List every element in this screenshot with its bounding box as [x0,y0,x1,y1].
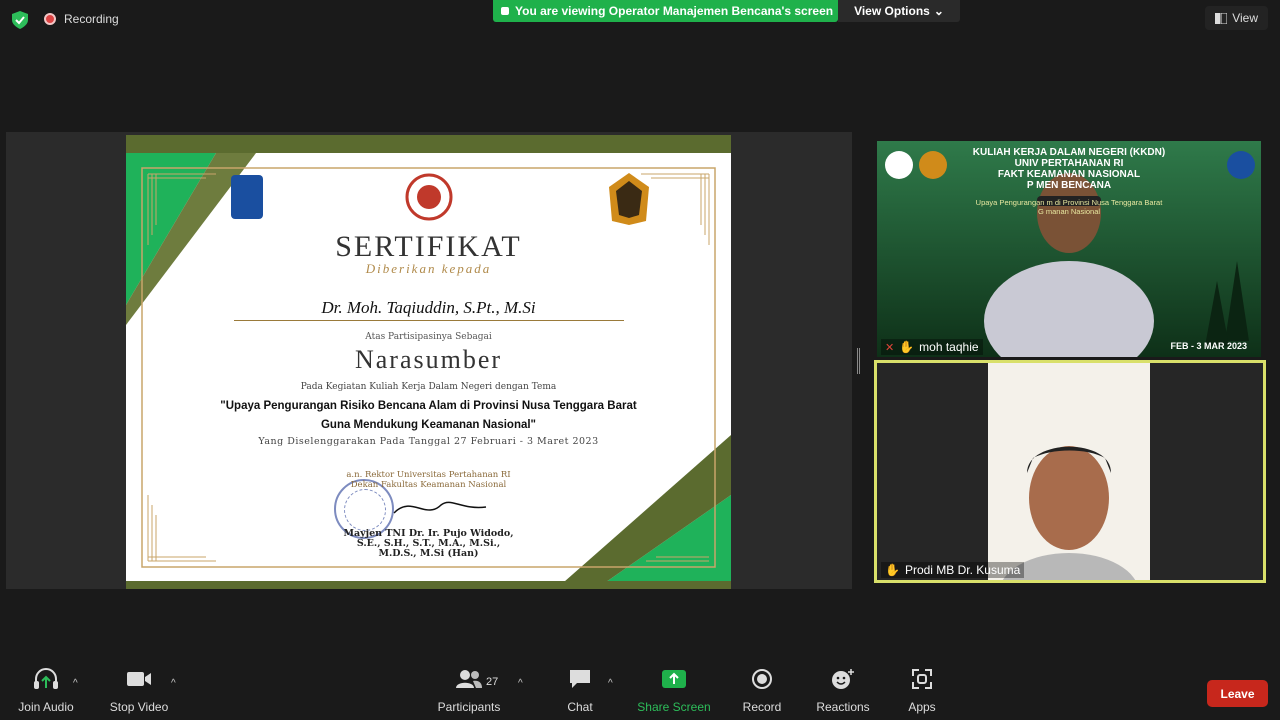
banner-title-line-2: UNIV PERTAHANAN RI [1014,158,1124,169]
mic-muted-icon: ✕ [885,341,895,354]
signatory-line-2: Dekan Fakultas Keamanan Nasional [350,480,507,490]
participants-button[interactable]: Participants [434,664,504,720]
signer-line-3: M.D.S., M.Si (Han) [378,548,479,559]
record-button[interactable]: Record [740,664,784,720]
pin-icon: ✋ [899,340,915,354]
banner-sub-line-2: G manan Nasional [1037,207,1101,216]
certificate-title: SERTIFIKAT [335,230,522,263]
pin-icon: ✋ [885,563,900,577]
participant-name-label: ✋ Prodi MB Dr. Kusuma [881,562,1025,578]
reactions-button[interactable]: Reactions [814,664,872,720]
recipient-name: Dr. Moh. Taqiuddin, S.Pt., M.Si [321,298,536,317]
meeting-toolbar: Join Audio ^ Stop Video ^ Participants 2… [0,664,1280,720]
banner-title-line-1: KULIAH KERJA DALAM NEGERI (KKDN) [972,147,1166,158]
recording-indicator[interactable]: Recording [44,12,119,26]
viewing-screen-banner: You are viewing Operator Manajemen Benca… [493,0,838,22]
participant-name-label: ✕ ✋ moh taqhie [881,339,983,355]
view-button[interactable]: View [1205,6,1268,30]
stop-video-button[interactable]: Stop Video [104,664,174,720]
chevron-down-icon: ⌄ [933,4,944,18]
certificate-subtitle: Diberikan kepada [365,261,492,276]
chat-icon [570,670,590,688]
theme-line-1: "Upaya Pengurangan Risiko Bencana Alam d… [220,400,637,412]
zoom-meeting-window: Recording You are viewing Operator Manaj… [0,0,1280,720]
stop-video-label: Stop Video [109,700,169,714]
join-audio-label: Join Audio [18,700,74,714]
participant-name: moh taqhie [919,340,979,354]
chat-options-caret-icon[interactable]: ^ [608,678,613,689]
view-button-label: View [1232,11,1258,25]
participants-icon [456,670,482,688]
certificate-text: SERTIFIKAT Diberikan kepada Dr. Moh. Taq… [126,135,731,589]
reactions-label: Reactions [816,700,870,714]
banner-date: FEB - 3 MAR 2023 [1170,341,1247,351]
shared-screen-area[interactable]: SERTIFIKAT Diberikan kepada Dr. Moh. Taq… [6,132,852,589]
event-theme: "Upaya Pengurangan Risiko Bencana Alam d… [126,397,731,435]
participant-name: Prodi MB Dr. Kusuma [904,563,1021,577]
participants-label: Participants [437,700,501,714]
security-shield-icon[interactable] [12,11,28,29]
view-options-label: View Options [854,4,930,18]
video-options-caret-icon[interactable]: ^ [171,678,176,689]
view-options-button[interactable]: View Options ⌄ [838,0,960,22]
leave-button[interactable]: Leave [1207,680,1268,707]
share-screen-icon [662,670,686,688]
share-screen-button[interactable]: Share Screen [634,664,714,720]
banner-title-line-4: P MEN BENCANA [1026,180,1112,191]
chat-label: Chat [567,700,593,714]
record-label: Record [742,700,782,714]
theme-line-2: Guna Mendukung Keamanan Nasional" [320,419,537,431]
recording-label: Recording [64,12,119,26]
signer-name: Mayjen TNI Dr. Ir. Pujo Widodo, S.E., S.… [126,529,731,559]
record-icon [752,669,772,689]
panel-resize-handle[interactable] [857,348,860,374]
certificate: SERTIFIKAT Diberikan kepada Dr. Moh. Taq… [126,135,731,589]
share-screen-label: Share Screen [637,700,711,714]
screen-share-icon [501,7,509,15]
participants-options-caret-icon[interactable]: ^ [518,678,523,689]
viewing-banner-text: You are viewing Operator Manajemen Benca… [515,4,834,18]
camera-feed [877,363,1263,580]
reactions-icon [832,669,854,689]
apps-button[interactable]: Apps [902,664,942,720]
video-tile-moh-taqhie[interactable]: KULIAH KERJA DALAM NEGERI (KKDN) UNIV PE… [877,141,1261,357]
record-dot-icon [44,13,56,25]
apps-label: Apps [908,700,936,714]
role-title: Narasumber [354,345,503,374]
signatory-title: a.n. Rektor Universitas Pertahanan RI De… [126,470,731,490]
banner-subtitle: Upaya Pengurangan m di Provinsi Nusa Ten… [877,198,1261,216]
video-camera-icon [127,672,151,686]
participation-label: Atas Partisipasinya Sebagai [365,332,492,342]
participants-count: 27 [486,676,499,688]
event-intro: Pada Kegiatan Kuliah Kerja Dalam Negeri … [300,382,557,392]
event-date: Yang Diselenggarakan Pada Tanggal 27 Feb… [258,436,599,447]
signatory-line-1: a.n. Rektor Universitas Pertahanan RI [346,470,511,480]
banner-title-line-3: FAKT KEAMANAN NASIONAL [997,169,1141,180]
banner-title: KULIAH KERJA DALAM NEGERI (KKDN) UNIV PE… [877,147,1261,191]
audio-options-caret-icon[interactable]: ^ [73,678,78,689]
layout-icon [1215,12,1228,24]
apps-icon [912,669,932,689]
chat-button[interactable]: Chat [560,664,600,720]
headphones-icon [34,668,58,689]
recipient-underline [234,320,624,321]
join-audio-button[interactable]: Join Audio [14,664,78,720]
banner-sub-line-1: Upaya Pengurangan m di Provinsi Nusa Ten… [975,198,1163,207]
video-tile-prodi-mb[interactable]: ✋ Prodi MB Dr. Kusuma [874,360,1266,583]
